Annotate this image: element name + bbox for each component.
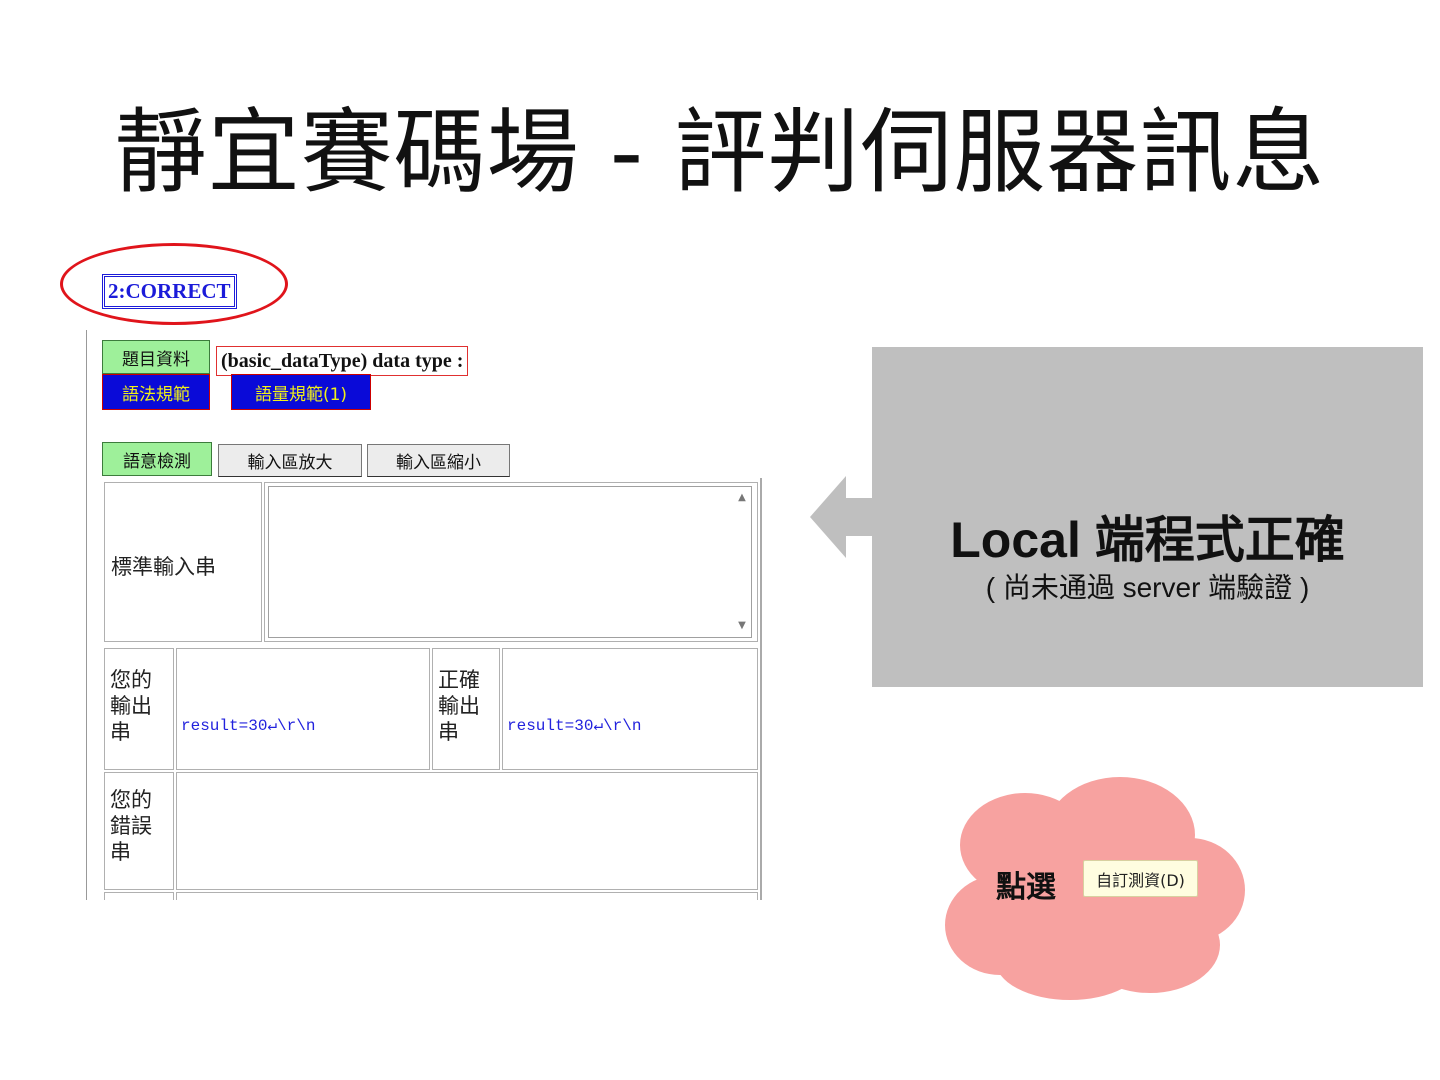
your-output-label: 您的輸出串 bbox=[110, 668, 152, 744]
stdin-label-cell: 標準輸入串 bbox=[104, 482, 262, 642]
problem-title: (basic_dataType) data type : bbox=[216, 346, 469, 376]
your-output-value: result=30↵\r\n bbox=[181, 717, 316, 735]
scroll-up-icon[interactable]: ▲ bbox=[735, 491, 749, 505]
cloud-text: 點選 bbox=[996, 870, 1056, 905]
your-output-label-cell: 您的輸出串 bbox=[104, 648, 174, 770]
problem-info-button[interactable]: 題目資料 bbox=[102, 340, 210, 374]
your-output-cell: result=30↵\r\n bbox=[176, 648, 430, 770]
arrow-shaft bbox=[844, 498, 872, 536]
stdin-label: 標準輸入串 bbox=[111, 555, 216, 579]
stdin-input[interactable]: ▲ ▼ bbox=[268, 486, 752, 638]
correct-output-cell: result=30↵\r\n bbox=[502, 648, 758, 770]
your-error-label-cell: 您的錯誤串 bbox=[104, 772, 174, 890]
next-row-cell bbox=[176, 892, 758, 900]
your-error-cell bbox=[176, 772, 758, 890]
status-badge: 2:CORRECT bbox=[102, 274, 237, 309]
correct-output-label: 正確輸出串 bbox=[438, 668, 480, 744]
custom-test-data-button[interactable]: 自訂測資(D) bbox=[1083, 860, 1198, 897]
scroll-down-icon[interactable]: ▼ bbox=[735, 619, 749, 633]
quantity-rules-button[interactable]: 語量規範(1) bbox=[231, 374, 371, 410]
slide-title: 靜宜賽碼場 - 評判伺服器訊息 bbox=[114, 99, 1326, 206]
divider bbox=[86, 330, 87, 900]
callout-title: Local 端程式正確 bbox=[950, 512, 1345, 568]
callout-subtitle: ( 尚未通過 server 端驗證 ) bbox=[985, 572, 1310, 603]
semantic-check-button[interactable]: 語意檢測 bbox=[102, 442, 212, 476]
arrow-left-icon bbox=[810, 476, 846, 558]
syntax-rules-button[interactable]: 語法規範 bbox=[102, 374, 210, 410]
shrink-input-button[interactable]: 輸入區縮小 bbox=[367, 444, 510, 477]
enlarge-input-button[interactable]: 輸入區放大 bbox=[218, 444, 362, 477]
correct-output-label-cell: 正確輸出串 bbox=[432, 648, 500, 770]
next-row-label-cell bbox=[104, 892, 174, 900]
your-error-label: 您的錯誤串 bbox=[110, 788, 152, 864]
correct-output-value: result=30↵\r\n bbox=[507, 717, 642, 735]
